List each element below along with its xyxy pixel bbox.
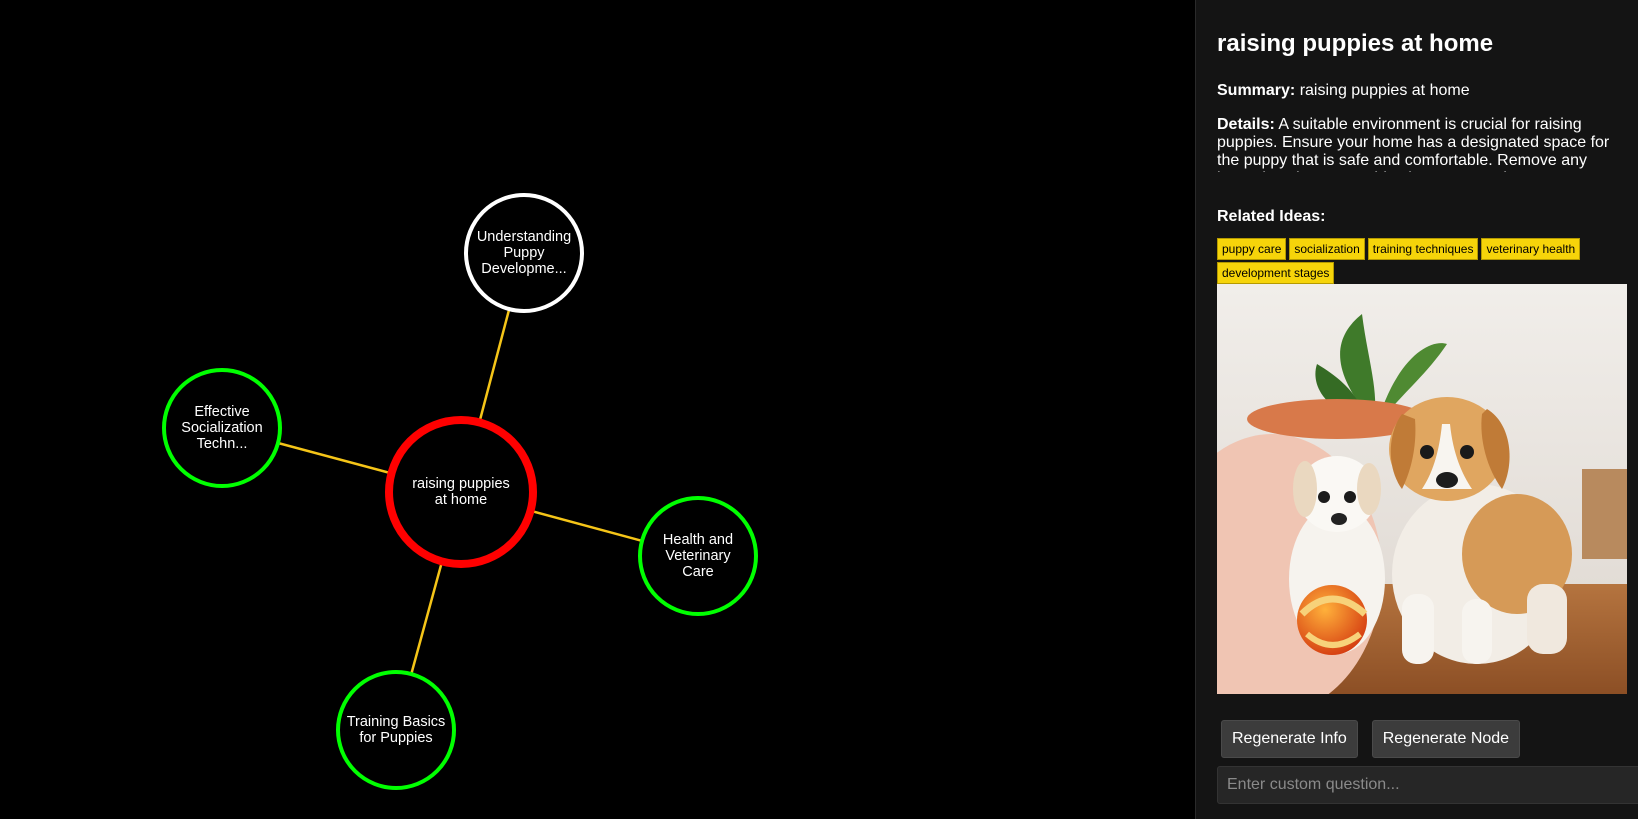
tag-puppy-care[interactable]: puppy care	[1217, 238, 1287, 260]
details[interactable]: Details: A suitable environment is cruci…	[1217, 116, 1617, 172]
tag-veterinary-health[interactable]: veterinary health	[1481, 238, 1581, 260]
panel-title: raising puppies at home	[1217, 30, 1494, 57]
summary-label: Summary:	[1217, 82, 1296, 99]
summary-text: raising puppies at home	[1299, 82, 1470, 99]
node-dev[interactable]	[464, 193, 584, 313]
custom-question-input[interactable]	[1217, 766, 1638, 804]
tag-training-techniques[interactable]: training techniques	[1367, 238, 1479, 260]
puppies-illustration	[1217, 284, 1627, 694]
mind-map-svg	[162, 193, 758, 790]
mind-map-canvas[interactable]: raising puppies at home Understanding Pup…	[0, 0, 1195, 819]
regenerate-node-button[interactable]: Regenerate Node	[1371, 720, 1521, 758]
details-text: A suitable environment is crucial for ra…	[1217, 116, 1610, 172]
tag-development-stages[interactable]: development stages	[1217, 262, 1335, 284]
node-details-panel: raising puppies at home Summary: raising…	[1195, 0, 1638, 819]
tag-socialization[interactable]: socialization	[1289, 238, 1365, 260]
node-training[interactable]	[336, 670, 456, 790]
related-ideas-tags: puppy care socialization training techni…	[1217, 238, 1617, 284]
node-health[interactable]	[638, 496, 758, 616]
node-center[interactable]	[385, 416, 537, 568]
regenerate-info-button[interactable]: Regenerate Info	[1221, 720, 1358, 758]
node-social[interactable]	[162, 368, 282, 488]
node-image-puppies	[1217, 284, 1627, 694]
app-root: raising puppies at home Understanding Pup…	[0, 0, 1638, 819]
related-ideas-heading: Related Ideas:	[1217, 208, 1326, 225]
action-buttons: Regenerate Info Regenerate Node	[1221, 720, 1638, 758]
summary: Summary: raising puppies at home	[1217, 82, 1638, 100]
details-label: Details:	[1217, 116, 1275, 133]
